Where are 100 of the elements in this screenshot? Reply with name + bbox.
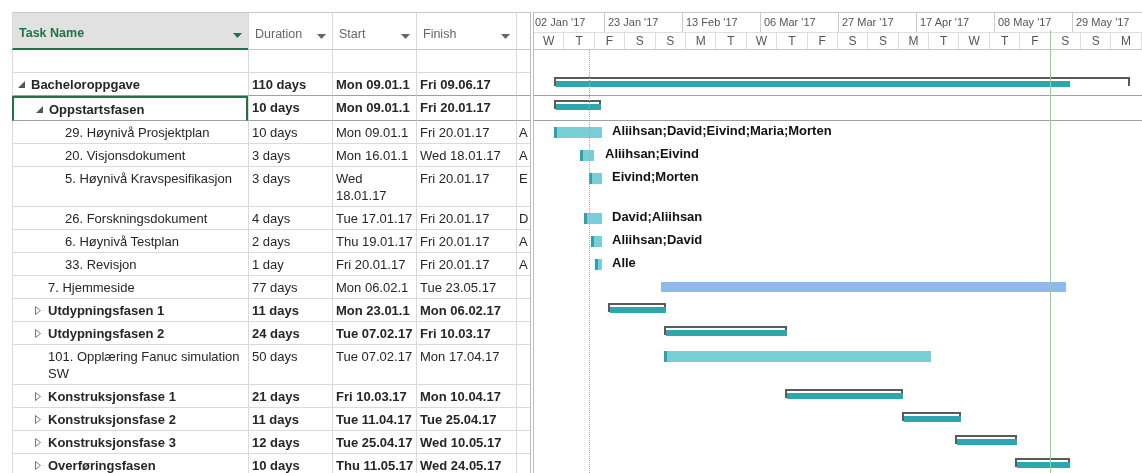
column-header[interactable]: Start bbox=[332, 12, 416, 50]
task-name: Oppstartsfasen bbox=[49, 101, 145, 118]
timescale-label: 06 Mar '17 bbox=[760, 13, 838, 32]
column-header[interactable]: Duration bbox=[248, 12, 332, 50]
table-cell: 21 days bbox=[252, 389, 300, 404]
task-name: 7. Hjemmeside bbox=[48, 279, 135, 296]
summary-bar[interactable] bbox=[902, 412, 961, 421]
timescale-label: M bbox=[1111, 33, 1142, 49]
table-cell: 12 days bbox=[252, 435, 300, 450]
timescale-label: T bbox=[564, 33, 595, 49]
dropdown-arrow-icon[interactable] bbox=[233, 33, 242, 38]
task-name: Utdypningsfasen 2 bbox=[48, 325, 165, 342]
table-cell[interactable]: 7. Hjemmeside bbox=[12, 276, 248, 299]
table-cell: Fri 10.03.17 bbox=[336, 389, 407, 404]
table-cell[interactable]: 5. Høynivå Kravspesifikasjon bbox=[12, 167, 248, 207]
table-cell: 2 days bbox=[252, 234, 291, 249]
table-cell[interactable]: 33. Revisjon bbox=[12, 253, 248, 276]
timescale-label: S bbox=[1081, 33, 1112, 49]
expand-triangle-icon[interactable] bbox=[35, 438, 41, 447]
table-cell[interactable]: 101. Opplæring Fanuc simulation SW bbox=[12, 345, 248, 385]
timescale-label: F bbox=[594, 33, 626, 49]
timescale-label: 13 Feb '17 bbox=[682, 13, 760, 32]
table-cell: Mon 09.01.1 bbox=[336, 100, 410, 115]
table-cell: 1 day bbox=[252, 257, 284, 272]
expand-triangle-icon[interactable] bbox=[35, 306, 41, 315]
table-cell[interactable]: Konstruksjonsfase 2 bbox=[12, 408, 248, 431]
timescale-label: T bbox=[716, 33, 747, 49]
resource-label: Aliihsan;David bbox=[612, 232, 703, 247]
table-cell: Fri 20.01.17 bbox=[420, 171, 490, 186]
table-cell: 10 days bbox=[252, 458, 300, 473]
table-cell[interactable]: Bacheloroppgave bbox=[12, 73, 248, 96]
summary-bar[interactable] bbox=[664, 326, 787, 335]
table-cell: Tue 25.04.17 bbox=[420, 412, 497, 427]
summary-bar[interactable] bbox=[1015, 458, 1070, 467]
table-cell: 3 days bbox=[252, 171, 291, 186]
table-cell[interactable]: 26. Forskningsdokument bbox=[12, 207, 248, 230]
collapse-triangle-icon[interactable] bbox=[18, 81, 25, 88]
table-cell: Thu 11.05.17 bbox=[336, 458, 414, 473]
timescale-label: T bbox=[777, 33, 808, 49]
summary-bar[interactable] bbox=[785, 389, 903, 398]
summary-bar[interactable] bbox=[554, 100, 601, 109]
table-cell: Wed 18.01.17 bbox=[336, 171, 387, 203]
timescale-label: 29 May '17 bbox=[1072, 13, 1142, 32]
table-cell: Tue 25.04.17 bbox=[336, 435, 413, 450]
summary-bar[interactable] bbox=[608, 303, 666, 312]
table-cell: 77 days bbox=[252, 280, 298, 295]
table-cell: Mon 17.04.17 bbox=[420, 349, 500, 364]
table-cell[interactable]: 6. Høynivå Testplan bbox=[12, 230, 248, 253]
table-cell: Thu 19.01.17 bbox=[336, 234, 413, 249]
table-cell: Wed 10.05.17 bbox=[420, 435, 502, 450]
table-cell[interactable]: 20. Visjonsdokument bbox=[12, 144, 248, 167]
task-name: Konstruksjonsfase 3 bbox=[48, 434, 176, 451]
table-cell: Mon 06.02.1 bbox=[336, 280, 409, 295]
column-header[interactable]: Task Name bbox=[12, 12, 248, 50]
task-name: 6. Høynivå Testplan bbox=[65, 233, 179, 250]
timescale-label: F bbox=[1020, 33, 1051, 49]
table-cell: 11 days bbox=[252, 412, 299, 427]
task-name: Overføringsfasen bbox=[48, 457, 156, 473]
table-cell: Fri 09.06.17 bbox=[420, 77, 491, 92]
dropdown-arrow-icon[interactable] bbox=[501, 34, 510, 39]
task-name: 101. Opplæring Fanuc simulation SW bbox=[48, 348, 241, 382]
timescale-label: T bbox=[989, 33, 1021, 49]
table-cell: 10 days bbox=[252, 125, 298, 140]
expand-triangle-icon[interactable] bbox=[35, 392, 41, 401]
table-cell[interactable]: Utdypningsfasen 1 bbox=[12, 299, 248, 322]
expand-triangle-icon[interactable] bbox=[35, 461, 41, 470]
table-cell[interactable]: Utdypningsfasen 2 bbox=[12, 322, 248, 345]
table-cell: Mon 06.02.17 bbox=[420, 303, 501, 318]
task-name: Utdypningsfasen 1 bbox=[48, 302, 165, 319]
table-cell: 11 days bbox=[252, 303, 299, 318]
resource-label: Aliihsan;David;Eivind;Maria;Morten bbox=[612, 123, 832, 138]
table-cell[interactable]: 29. Høynivå Prosjektplan bbox=[12, 121, 248, 144]
summary-bar[interactable] bbox=[955, 435, 1017, 444]
collapse-triangle-icon[interactable] bbox=[36, 106, 43, 113]
expand-triangle-icon[interactable] bbox=[35, 329, 41, 338]
table-cell: Mon 09.01.1 bbox=[336, 125, 409, 140]
task-name: Konstruksjonsfase 2 bbox=[48, 411, 176, 428]
table-cell[interactable]: Konstruksjonsfase 1 bbox=[12, 385, 248, 408]
timescale-label: S bbox=[625, 33, 656, 49]
selected-cell[interactable]: Oppstartsfasen bbox=[12, 96, 248, 121]
table-cell: Wed 18.01.17 bbox=[420, 148, 501, 163]
task-name: Konstruksjonsfase 1 bbox=[48, 388, 176, 405]
resource-label: Eivind;Morten bbox=[612, 169, 699, 184]
table-cell: Wed 24.05.17 bbox=[420, 458, 502, 473]
resource-label: David;Aliihsan bbox=[612, 209, 703, 224]
table-cell[interactable]: Konstruksjonsfase 3 bbox=[12, 431, 248, 454]
expand-triangle-icon[interactable] bbox=[35, 415, 41, 424]
table-cell[interactable]: Overføringsfasen bbox=[12, 454, 248, 473]
task-name: 20. Visjonsdokument bbox=[65, 147, 186, 164]
timescale-label: 17 Apr '17 bbox=[916, 13, 994, 32]
column-header[interactable]: Finish bbox=[416, 12, 516, 50]
summary-bar[interactable] bbox=[554, 77, 1130, 86]
table-cell: Mon 16.01.1 bbox=[336, 148, 409, 163]
dropdown-arrow-icon[interactable] bbox=[401, 34, 410, 39]
timescale-label: 27 Mar '17 bbox=[838, 13, 916, 32]
dropdown-arrow-icon[interactable] bbox=[317, 34, 326, 39]
table-cell: Fri 10.03.17 bbox=[420, 326, 491, 341]
timescale-label: W bbox=[746, 33, 778, 49]
table-cell: Mon 10.04.17 bbox=[420, 389, 501, 404]
timescale-label: T bbox=[929, 33, 960, 49]
